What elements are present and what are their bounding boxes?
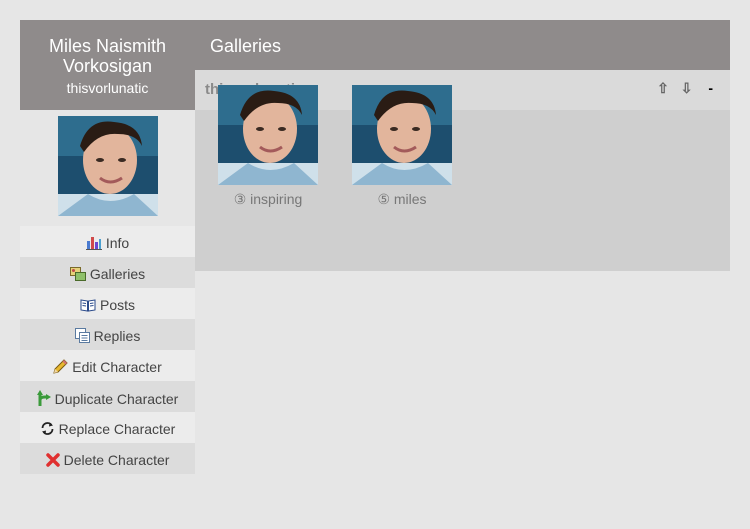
- gallery-thumbnail[interactable]: [352, 85, 452, 185]
- avatar-container: [20, 110, 195, 226]
- sidebar-item-info[interactable]: Info: [20, 226, 195, 257]
- replies-icon: [74, 328, 90, 343]
- collapse-button[interactable]: -: [708, 80, 713, 96]
- sidebar-item-label: Info: [105, 235, 130, 251]
- gallery-label[interactable]: ⑤ miles: [352, 191, 452, 208]
- gallery-label[interactable]: ③ inspiring: [218, 191, 318, 208]
- sidebar-item-label: Replace Character: [58, 421, 176, 437]
- gallery-inspiring[interactable]: ③ inspiring: [218, 85, 318, 208]
- sidebar-item-label: Posts: [99, 297, 135, 313]
- page-title: Galleries: [195, 20, 730, 70]
- move-up-icon[interactable]: ⇧: [657, 80, 669, 97]
- galleries-panel: thisvorlunatic ⇧ ⇩ - ③ inspiring ⑤ miles: [195, 70, 730, 271]
- character-header: Miles Naismith Vorkosigan thisvorlunatic: [20, 20, 195, 110]
- character-sidebar: Miles Naismith Vorkosigan thisvorlunatic…: [20, 20, 195, 474]
- pencil-icon: [53, 359, 68, 374]
- sidebar-item-label: Galleries: [89, 266, 146, 282]
- sidebar-item-replace-character[interactable]: Replace Character: [20, 412, 195, 443]
- character-name: Miles Naismith Vorkosigan: [48, 36, 167, 76]
- sidebar-item-label: Edit Character: [72, 359, 162, 375]
- character-avatar: [58, 116, 158, 216]
- gallery-thumbnail[interactable]: [218, 85, 318, 185]
- sidebar-item-label: Replies: [93, 328, 141, 344]
- bar-chart-icon: [85, 236, 102, 250]
- sidebar-item-galleries[interactable]: Galleries: [20, 257, 195, 288]
- character-screenname: thisvorlunatic: [66, 80, 149, 96]
- galleries-icon: [69, 267, 86, 281]
- sidebar-item-label: Duplicate Character: [54, 391, 179, 407]
- sidebar-item-delete-character[interactable]: Delete Character: [20, 443, 195, 474]
- main-content: Galleries thisvorlunatic ⇧ ⇩ - ③ inspiri…: [195, 20, 730, 271]
- sidebar-item-label: Delete Character: [63, 452, 170, 468]
- sidebar-item-duplicate-character[interactable]: Duplicate Character: [20, 381, 195, 412]
- sidebar-item-edit-character[interactable]: Edit Character: [20, 350, 195, 381]
- sidebar-item-posts[interactable]: Posts: [20, 288, 195, 319]
- section-controls: ⇧ ⇩ -: [649, 80, 713, 97]
- refresh-icon: [40, 421, 55, 436]
- move-down-icon[interactable]: ⇩: [681, 80, 693, 97]
- book-icon: [80, 299, 96, 312]
- gallery-miles[interactable]: ⑤ miles: [352, 85, 452, 208]
- red-x-icon: [45, 453, 60, 467]
- fork-arrow-icon: [36, 390, 51, 406]
- sidebar-item-replies[interactable]: Replies: [20, 319, 195, 350]
